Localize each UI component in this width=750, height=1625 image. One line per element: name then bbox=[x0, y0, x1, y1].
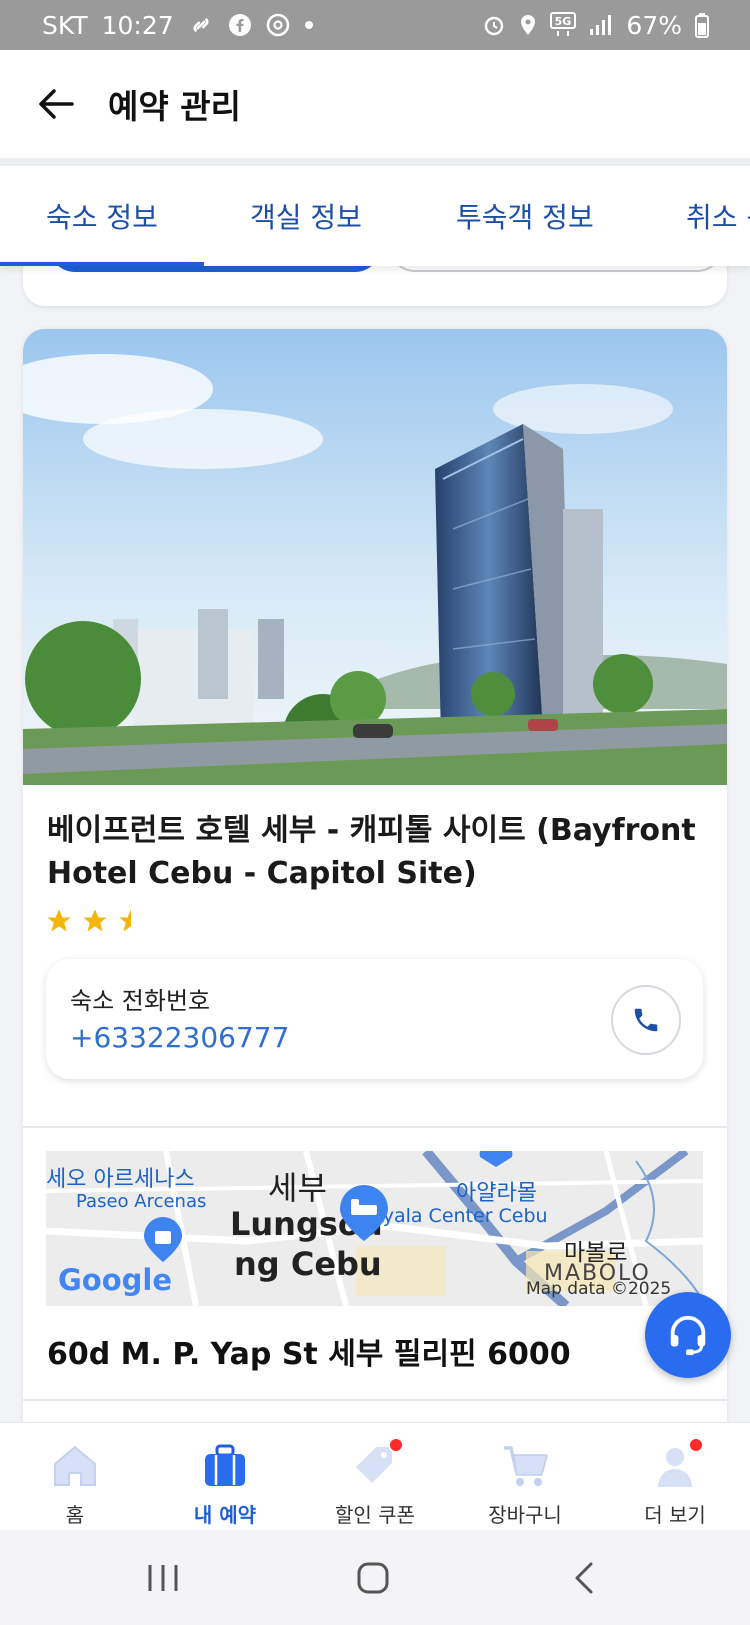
tab-active-indicator bbox=[0, 262, 204, 266]
hotel-photo[interactable] bbox=[23, 329, 727, 785]
nav-my-reservations[interactable]: 내 예약 bbox=[150, 1423, 300, 1531]
facebook-icon bbox=[228, 13, 252, 37]
tab-room-info[interactable]: 객실 정보 bbox=[250, 166, 362, 266]
divider bbox=[23, 1399, 727, 1401]
notification-badge bbox=[688, 1437, 704, 1453]
arrow-left-icon bbox=[39, 89, 74, 119]
shopping-marker-icon bbox=[479, 1151, 513, 1167]
call-button[interactable] bbox=[611, 985, 681, 1055]
hotel-address: 60d M. P. Yap St 세부 필리핀 6000 bbox=[47, 1337, 571, 1372]
system-navigation-bar bbox=[0, 1530, 750, 1625]
star-half-icon bbox=[119, 909, 131, 932]
hotel-card: 베이프런트 호텔 세부 - 캐피톨 사이트 (Bayfront Hotel Ce… bbox=[23, 329, 727, 1429]
customer-support-button[interactable] bbox=[645, 1292, 731, 1378]
tab-property-info[interactable]: 숙소 정보 bbox=[46, 166, 158, 266]
nav-label: 더 보기 bbox=[644, 1503, 706, 1527]
map-label: 세부 bbox=[268, 1169, 327, 1207]
star-full-icon bbox=[47, 909, 71, 932]
cart-icon bbox=[500, 1441, 550, 1491]
tab-bar: 숙소 정보 객실 정보 투숙객 정보 취소 규 bbox=[0, 166, 750, 266]
recent-apps-icon bbox=[148, 1564, 178, 1591]
nav-label: 할인 쿠폰 bbox=[335, 1503, 415, 1527]
nav-cart[interactable]: 장바구니 bbox=[450, 1423, 600, 1531]
home-circle-icon bbox=[357, 1562, 389, 1593]
home-button[interactable] bbox=[313, 1530, 433, 1625]
profile-icon bbox=[650, 1437, 704, 1491]
recent-apps-button[interactable] bbox=[103, 1530, 223, 1625]
nav-label: 홈 bbox=[65, 1503, 85, 1527]
nav-label: 내 예약 bbox=[193, 1503, 257, 1527]
chevron-left-icon bbox=[575, 1562, 593, 1593]
back-button[interactable] bbox=[26, 74, 86, 134]
suitcase-icon bbox=[200, 1441, 250, 1491]
hotel-name: 베이프런트 호텔 세부 - 캐피톨 사이트 (Bayfront Hotel Ce… bbox=[47, 813, 696, 891]
hotel-marker-icon bbox=[340, 1185, 388, 1241]
headset-icon bbox=[670, 1315, 706, 1356]
map-label: Paseo Arcenas bbox=[76, 1191, 207, 1212]
nav-label: 장바구니 bbox=[488, 1503, 562, 1527]
signal-icon bbox=[588, 13, 614, 37]
phone-info-box: 숙소 전화번호 +63322306777 bbox=[46, 959, 703, 1079]
phone-number-link[interactable]: +63322306777 bbox=[70, 1021, 289, 1054]
map-label: 아얄라몰 bbox=[456, 1181, 537, 1206]
app-header: 예약 관리 bbox=[0, 50, 750, 158]
status-bar: SKT 10:27 5G 67% bbox=[0, 0, 750, 50]
tab-cancellation-policy[interactable]: 취소 규 bbox=[686, 166, 750, 266]
carrier-label: SKT bbox=[42, 10, 88, 40]
back-system-button[interactable] bbox=[524, 1530, 644, 1625]
google-logo: Google bbox=[58, 1263, 173, 1297]
phone-label: 숙소 전화번호 bbox=[70, 987, 211, 1015]
notification-dot-icon bbox=[304, 20, 314, 30]
map-label: Ayala Center Cebu bbox=[371, 1205, 548, 1227]
phone-icon bbox=[634, 1008, 658, 1032]
header-divider bbox=[0, 158, 750, 166]
shopping-marker-icon bbox=[144, 1217, 182, 1262]
nav-more[interactable]: 더 보기 bbox=[600, 1423, 750, 1531]
location-map[interactable]: 세오 아르세나스 Paseo Arcenas 세부 Lungsod ng Ceb… bbox=[46, 1151, 703, 1306]
home-icon bbox=[50, 1441, 100, 1491]
network-label: 5G bbox=[555, 15, 572, 28]
battery-icon bbox=[694, 12, 710, 38]
tab-guest-info[interactable]: 투숙객 정보 bbox=[456, 166, 594, 266]
network-5g-icon: 5G bbox=[550, 12, 577, 38]
page-title: 예약 관리 bbox=[108, 87, 241, 126]
map-attribution: Map data ©2025 bbox=[526, 1279, 672, 1299]
alarm-icon bbox=[482, 13, 506, 37]
clock: 10:27 bbox=[101, 10, 174, 40]
map-label: 세오 아르세나스 bbox=[46, 1167, 195, 1192]
divider bbox=[23, 1126, 727, 1128]
nav-home[interactable]: 홈 bbox=[0, 1423, 150, 1531]
nav-coupons[interactable]: 할인 쿠폰 bbox=[300, 1423, 450, 1531]
battery-percent: 67% bbox=[626, 10, 682, 40]
map-label: ng Cebu bbox=[234, 1245, 382, 1283]
star-rating bbox=[45, 907, 145, 935]
star-full-icon bbox=[83, 909, 107, 932]
location-icon bbox=[518, 13, 538, 37]
threads-icon bbox=[266, 13, 290, 37]
notification-badge bbox=[388, 1437, 404, 1453]
bottom-navigation: 홈 내 예약 할인 쿠폰 장바구니 더 보기 bbox=[0, 1422, 750, 1530]
coupon-tag-icon bbox=[350, 1437, 404, 1491]
link-icon bbox=[188, 12, 214, 38]
